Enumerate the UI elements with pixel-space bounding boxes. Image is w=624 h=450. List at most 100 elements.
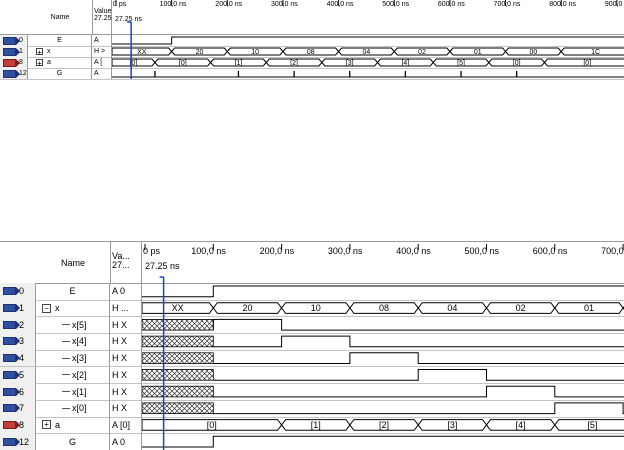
bus-value-label: 10 xyxy=(311,303,321,313)
bus-value-label: 20 xyxy=(196,49,204,56)
signal-index[interactable]: 8 xyxy=(0,57,28,68)
expand-icon[interactable]: + xyxy=(36,48,43,57)
input-pin-icon xyxy=(3,354,20,363)
bit-waveform xyxy=(142,369,624,381)
signal-name-cell[interactable]: x[2] xyxy=(36,366,110,384)
signal-value: H X xyxy=(110,333,142,350)
bit-waveform xyxy=(142,318,624,331)
signal-name: x[0] xyxy=(72,403,87,414)
bus-value-label: 04 xyxy=(363,49,371,56)
signal-name-cell[interactable]: x[1] xyxy=(36,383,110,400)
signal-index[interactable]: 1 xyxy=(0,299,36,317)
signal-index[interactable]: 12 xyxy=(0,433,36,450)
signal-trace xyxy=(213,385,624,398)
bus-pin-icon xyxy=(3,58,20,67)
signal-name-cell[interactable]: − x xyxy=(36,299,110,317)
bus-value-label: 01 xyxy=(474,49,482,56)
value-header-sub: 27... xyxy=(112,260,130,271)
signal-index-label: 12 xyxy=(19,70,27,77)
signal-name-cell[interactable]: E xyxy=(36,283,110,300)
signal-name: x xyxy=(55,303,60,314)
signal-name-cell[interactable]: E xyxy=(28,35,92,46)
bus-value-label: 08 xyxy=(379,303,389,313)
bus-value-label: 01 xyxy=(584,303,594,313)
input-pin-icon xyxy=(3,437,20,446)
signal-name-cell[interactable]: x[5] xyxy=(36,316,110,334)
bus-value-label: 00 xyxy=(529,49,537,56)
signal-name: G xyxy=(68,436,76,447)
tree-branch-icon xyxy=(62,324,70,326)
signal-name-cell[interactable]: G xyxy=(36,433,110,450)
signal-index[interactable]: 7 xyxy=(0,399,36,417)
signal-name-cell[interactable]: x[3] xyxy=(36,349,110,367)
signal-trace xyxy=(213,352,624,364)
signal-trace xyxy=(142,285,624,298)
signal-name-cell[interactable]: + a xyxy=(28,57,92,68)
bus-value-label: 02 xyxy=(516,303,526,313)
signal-name-cell[interactable]: G xyxy=(28,68,92,79)
signal-name-cell[interactable]: x[4] xyxy=(36,333,110,350)
signal-trace xyxy=(142,435,624,448)
expand-icon[interactable]: + xyxy=(42,420,51,430)
signal-name: x xyxy=(47,48,51,55)
bus-value-label: 10 xyxy=(251,49,259,56)
name-column-header[interactable]: Name xyxy=(28,0,93,34)
signal-name-cell[interactable]: x[0] xyxy=(36,399,110,417)
signal-index[interactable]: 6 xyxy=(0,383,36,400)
signal-name: E xyxy=(69,286,76,297)
signal-index[interactable]: 8 xyxy=(0,416,36,434)
expand-icon[interactable]: + xyxy=(36,59,43,68)
bottom-waveform-panel: Name Va... 27... 0 ps 100,0 ns 200,0 ns 300… xyxy=(0,241,624,450)
collapse-icon[interactable]: − xyxy=(42,303,51,313)
signal-trace xyxy=(213,335,624,348)
bus-value-label: [4] xyxy=(516,420,526,430)
signal-name: G xyxy=(56,70,63,77)
signal-index-label: 12 xyxy=(19,436,30,447)
signal-index[interactable]: 1 xyxy=(0,46,28,57)
bus-waveform: [0] [0] [1] [2] [3] [4] [5] [0] [0] xyxy=(112,58,624,67)
name-column-header[interactable]: Name xyxy=(36,242,111,283)
signal-index[interactable]: 2 xyxy=(0,316,36,334)
bus-waveform: XX 20 10 08 04 02 01 xyxy=(142,302,624,314)
signal-index[interactable]: 3 xyxy=(0,333,36,350)
bus-value-label: 1C xyxy=(591,49,600,56)
bus-waveform: [0] [1] [2] [3] [4] [5] xyxy=(142,419,624,431)
signal-name: x[1] xyxy=(72,386,87,397)
signal-index[interactable]: 12 xyxy=(0,68,28,79)
bus-value-label: [1] xyxy=(311,420,321,430)
signal-value: A [0] xyxy=(110,416,142,434)
bit-waveform xyxy=(142,402,624,415)
value-column-header[interactable]: Value 27.25 xyxy=(92,0,112,34)
signal-value: H X xyxy=(110,399,142,417)
signal-value: A xyxy=(92,35,112,46)
signal-trace xyxy=(212,318,624,331)
bus-waveform: XX 20 10 08 04 02 01 00 1C xyxy=(112,47,624,56)
bus-value-label: [2] xyxy=(290,60,298,67)
bus-value-label: 04 xyxy=(447,303,457,313)
bus-value-label: [5] xyxy=(457,60,465,67)
signal-index[interactable]: 0 xyxy=(0,35,28,46)
unknown-state xyxy=(142,319,214,331)
input-pin-icon xyxy=(3,387,20,396)
signal-name: a xyxy=(47,59,51,66)
value-header-sub: 27.25 xyxy=(94,15,112,23)
bottom-waveform-canvas[interactable]: XX 20 10 08 04 02 01 [0] [1] [2] [3] [4] [5] xyxy=(142,241,624,450)
bit-waveform xyxy=(142,352,624,364)
tree-branch-icon xyxy=(62,391,70,393)
value-column-header[interactable]: Va... 27... xyxy=(110,242,142,283)
signal-index[interactable]: 5 xyxy=(0,366,36,384)
unknown-state xyxy=(142,335,214,348)
signal-index[interactable]: 4 xyxy=(0,349,36,367)
bus-value-label: [0] xyxy=(179,60,187,67)
signal-name: E xyxy=(57,37,62,44)
bit-waveform xyxy=(142,335,624,348)
signal-trace xyxy=(112,36,624,45)
bit-waveform xyxy=(142,385,624,398)
signal-value: H X xyxy=(110,366,142,384)
signal-value: A xyxy=(92,68,112,79)
signal-name-cell[interactable]: + x xyxy=(28,46,92,57)
signal-index[interactable]: 0 xyxy=(0,283,36,300)
top-waveform-canvas[interactable]: XX 20 10 08 04 02 01 00 1C[0] [0] [1] [2] [3] [4] [5][… xyxy=(112,0,624,79)
signal-name-cell[interactable]: + a xyxy=(36,416,110,434)
signal-value: H X xyxy=(110,383,142,400)
